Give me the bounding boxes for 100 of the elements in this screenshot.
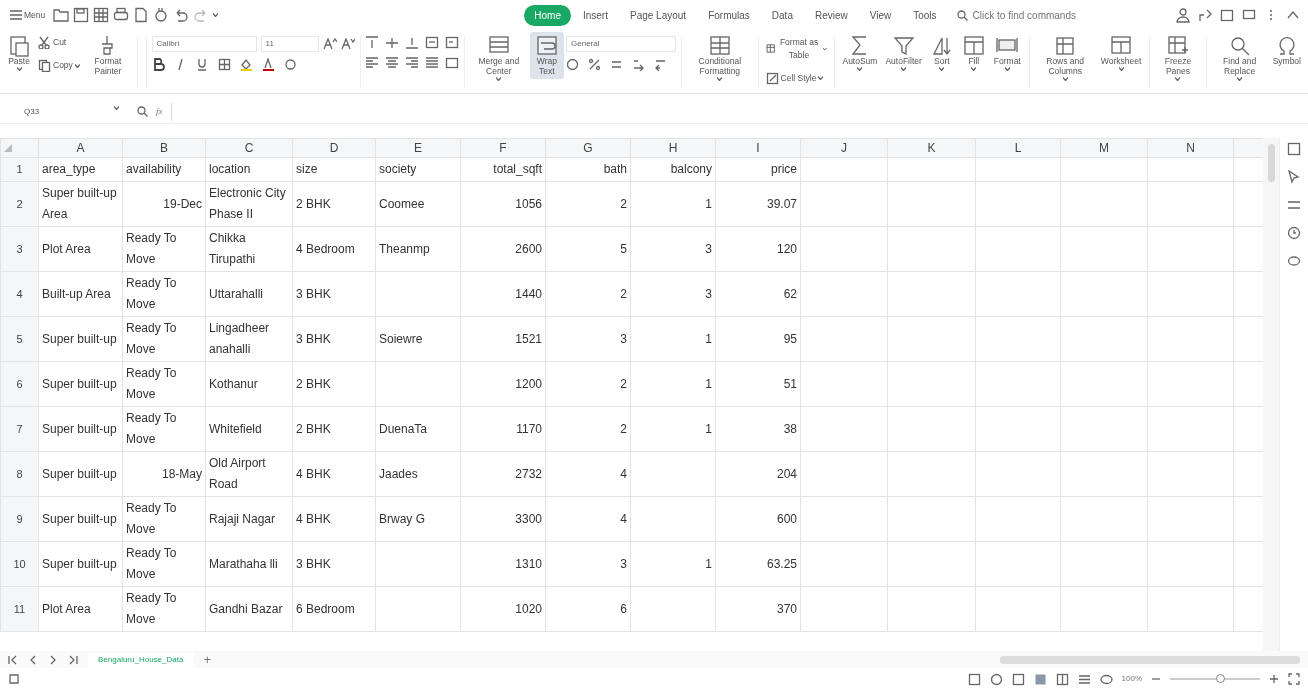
column-header[interactable]: L [975,138,1061,158]
ribbon-button[interactable]: Format [990,32,1024,73]
table-cell[interactable]: 3 [630,271,716,317]
table-cell[interactable]: 4 BHK [292,451,376,497]
table-cell[interactable]: Plot Area [38,586,123,632]
table-cell[interactable]: 2 BHK [292,406,376,452]
table-cell[interactable]: Gandhi Bazar [205,586,293,632]
table-cell[interactable]: Super built-up [38,406,123,452]
table-cell[interactable]: total_sqft [460,157,546,182]
table-cell[interactable]: 1170 [460,406,546,452]
table-cell[interactable]: Super built-up Area [38,181,123,227]
table-cell[interactable]: 38 [715,406,801,452]
table-cell[interactable]: 62 [715,271,801,317]
column-header[interactable]: I [715,138,801,158]
ribbon-button[interactable]: Freeze Panes [1155,32,1201,83]
table-cell[interactable]: 1 [630,181,716,227]
font-name-field[interactable]: Calibri [151,36,257,52]
column-header[interactable]: N [1147,138,1234,158]
ribbon-button[interactable]: Worksheet [1097,32,1145,73]
table-cell[interactable]: Ready To Move [122,226,206,272]
table-cell[interactable]: Electronic City Phase II [205,181,293,227]
row-header[interactable]: 2 [0,181,39,227]
font-size-field[interactable]: 11 [260,36,319,52]
table-cell[interactable]: price [715,157,801,182]
ribbon-button[interactable]: Format Painter [83,32,133,79]
table-cell[interactable]: Ready To Move [122,586,206,632]
table-cell[interactable]: Brway G [375,496,461,542]
table-cell[interactable]: 3 BHK [292,541,376,587]
table-cell[interactable]: Theanmp [375,226,461,272]
table-cell[interactable]: 1 [630,316,716,362]
table-cell[interactable]: 2 [545,406,631,452]
ribbon-button[interactable]: Find and Replace [1211,32,1268,83]
table-cell[interactable]: 2600 [460,226,546,272]
table-cell[interactable]: 1310 [460,541,546,587]
table-cell[interactable]: Ready To Move [122,496,206,542]
ribbon-tab[interactable]: Insert [572,4,618,26]
table-cell[interactable]: 1440 [460,271,546,317]
table-cell[interactable]: Plot Area [38,226,123,272]
column-header[interactable]: D [292,138,376,158]
table-cell[interactable]: Jaades [375,451,461,497]
ribbon-tab[interactable]: Formulas [698,4,760,26]
table-cell[interactable]: 5 [545,226,631,272]
table-cell[interactable]: 2 BHK [292,361,376,407]
ribbon-tab[interactable]: Review [804,4,858,26]
table-cell[interactable]: 3 BHK [292,271,376,317]
ribbon-button[interactable]: Cut [36,34,82,51]
table-cell[interactable]: 370 [715,586,801,632]
command-search-field[interactable]: Click to find commands [970,6,1141,24]
table-cell[interactable]: society [375,157,461,182]
ribbon-button[interactable]: Merge and Center [470,32,528,83]
table-cell[interactable]: 1056 [460,181,546,227]
ribbon-button[interactable]: Symbol [1269,32,1304,69]
table-cell[interactable]: 6 [545,586,631,632]
table-cell[interactable]: Ready To Move [122,541,206,587]
table-cell[interactable]: 1 [630,361,716,407]
zoom-level[interactable]: 100% [1121,673,1142,685]
ribbon-tab[interactable]: Data [761,4,803,26]
column-header[interactable]: H [630,138,716,158]
column-header[interactable]: A [38,138,123,158]
name-box[interactable]: Q33 [14,105,129,118]
table-cell[interactable]: Super built-up [38,451,123,497]
row-header[interactable]: 6 [0,361,39,407]
table-cell[interactable]: balcony [630,157,716,182]
table-cell[interactable]: Ready To Move [122,271,206,317]
row-header[interactable]: 10 [0,541,39,587]
table-cell[interactable]: Super built-up [38,361,123,407]
table-cell[interactable]: 3300 [460,496,546,542]
table-cell[interactable]: Marathaha lli [205,541,293,587]
table-cell[interactable]: Built-up Area [38,271,123,317]
ribbon-tab[interactable]: Page Layout [619,4,697,26]
table-cell[interactable]: 3 [545,316,631,362]
ribbon-button[interactable]: AutoFilter [882,32,925,73]
column-header[interactable]: M [1060,138,1148,158]
ribbon-button[interactable]: Copy [36,57,82,74]
table-cell[interactable]: 1521 [460,316,546,362]
ribbon-button[interactable]: Paste [4,32,34,73]
table-cell[interactable]: 4 [545,451,631,497]
row-header[interactable]: 5 [0,316,39,362]
table-cell[interactable]: 6 Bedroom [292,586,376,632]
table-cell[interactable]: Super built-up [38,541,123,587]
table-cell[interactable]: Super built-up [38,316,123,362]
table-cell[interactable]: Whitefield [205,406,293,452]
table-cell[interactable]: 2 BHK [292,181,376,227]
table-cell[interactable]: 2732 [460,451,546,497]
row-header[interactable]: 3 [0,226,39,272]
table-cell[interactable]: 4 BHK [292,496,376,542]
table-cell[interactable]: 3 BHK [292,316,376,362]
ribbon-tab[interactable]: View [859,4,902,26]
table-cell[interactable]: 18-May [122,451,206,497]
row-header[interactable]: 11 [0,586,39,632]
ribbon-tab[interactable]: Tools [903,4,947,26]
table-cell[interactable]: 1 [630,541,716,587]
table-cell[interactable]: 2 [545,361,631,407]
row-header[interactable]: 4 [0,271,39,317]
table-cell[interactable]: Coomee [375,181,461,227]
row-header[interactable]: 7 [0,406,39,452]
table-cell[interactable]: 2 [545,181,631,227]
ribbon-button[interactable]: Sort [926,32,957,73]
ribbon-button[interactable]: Format as Table [763,34,829,64]
column-header[interactable]: E [375,138,461,158]
